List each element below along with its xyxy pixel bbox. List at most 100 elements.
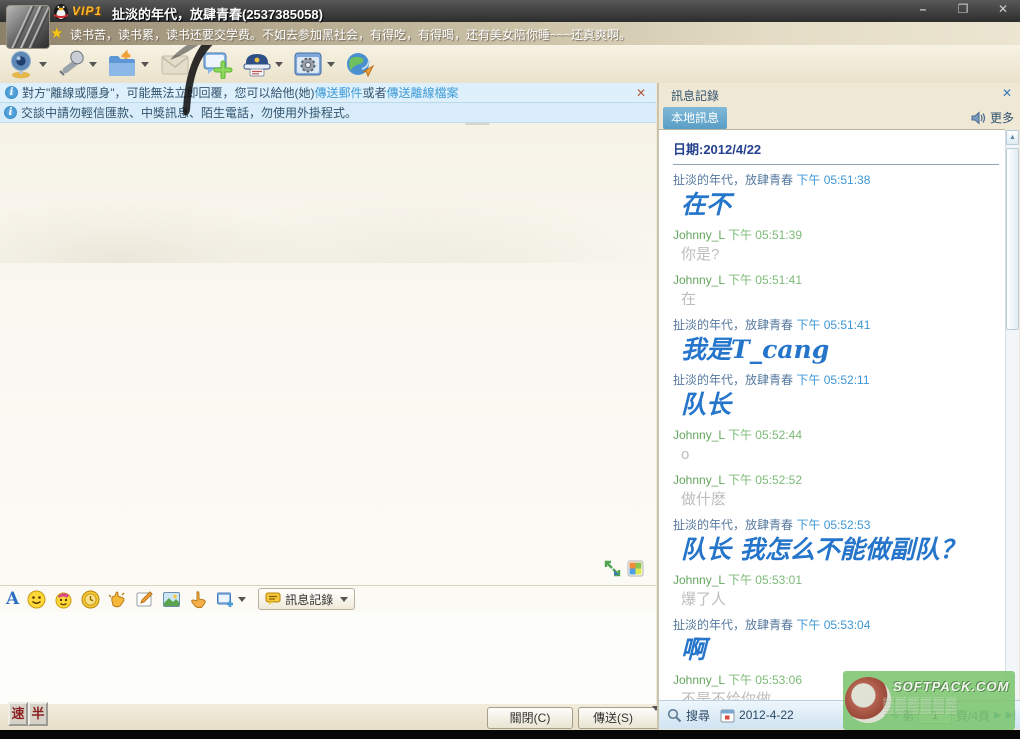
date-separator [673, 164, 999, 165]
search-button[interactable]: 搜尋 [667, 707, 710, 724]
gesture-icon[interactable] [189, 590, 208, 609]
message-sender-row: 扯淡的年代，放肆青春 下午 05:52:53 [673, 516, 1001, 533]
date-header: 日期:2012/4/22 [673, 136, 1001, 164]
input-toolbar: A [0, 585, 656, 612]
vip-badge[interactable]: VIP1 [72, 4, 102, 18]
shake-hand-icon[interactable] [108, 590, 127, 609]
send-file-button[interactable] [106, 49, 149, 79]
message-row: 扯淡的年代，放肆青春 下午 05:51:41 我是T_cang [673, 316, 1001, 368]
send-file-dropdown-icon[interactable] [141, 62, 149, 67]
title-bar: VIP1 扯淡的年代，放肆青春(2537385058) – ❐ ✕ [0, 0, 1020, 22]
history-tab-bar: 本地訊息 更多 [659, 106, 1020, 129]
history-panel-close-icon[interactable]: ✕ [1002, 86, 1012, 100]
message-text: 啊 [673, 633, 1001, 668]
tab-local-messages[interactable]: 本地訊息 [663, 107, 727, 129]
message-text: 我是T_cang [673, 333, 1001, 368]
offline-notice-text: 對方"離線或隱身"，可能無法立即回覆，您可以給他(她) [22, 84, 315, 101]
ime-status-bar: 速 半 [8, 702, 48, 726]
voice-call-dropdown-icon[interactable] [89, 62, 97, 67]
minimize-button[interactable]: – [910, 2, 936, 19]
scrollbar-thumb[interactable] [1006, 148, 1019, 330]
history-panel-title: 訊息記錄 [671, 87, 719, 104]
chat-message-view[interactable] [0, 123, 656, 585]
speaker-icon[interactable] [971, 111, 987, 125]
coin-icon[interactable] [81, 590, 100, 609]
chat-bubble-icon [265, 592, 281, 606]
message-text: 在 [673, 288, 1001, 313]
watermark: SOFTPACK.COM ▒▒▒▒▒▒ [843, 671, 1015, 730]
restore-button[interactable]: ❐ [950, 2, 976, 19]
message-sender-row: Johnny_L 下午 05:51:41 [673, 271, 1001, 288]
window-title: 扯淡的年代，放肆青春(2537385058) [112, 4, 323, 23]
message-sender-row: Johnny_L 下午 05:51:39 [673, 226, 1001, 243]
report-button[interactable] [242, 49, 283, 79]
message-text: o [673, 443, 1001, 468]
pane-divider[interactable] [657, 83, 659, 730]
safety-notice-bar: i 交談中請勿輕信匯款、中獎訊息、陌生電話，勿使用外掛程式。 [0, 103, 656, 123]
video-call-dropdown-icon[interactable] [39, 62, 47, 67]
message-row: 扯淡的年代，放肆青春 下午 05:52:11 队长 [673, 371, 1001, 423]
video-call-button[interactable] [6, 49, 47, 79]
message-row: 扯淡的年代，放肆青春 下午 05:51:38 在不 [673, 171, 1001, 223]
message-text: 队长 [673, 388, 1001, 423]
font-format-icon[interactable]: A [6, 589, 19, 609]
create-group-chat-button[interactable] [201, 49, 233, 79]
date-picker[interactable]: 2012-4-22 [720, 708, 794, 723]
image-icon[interactable] [162, 590, 181, 609]
message-row: 扯淡的年代，放肆青春 下午 05:52:53 队长 我怎么不能做副队？ [673, 516, 1001, 568]
message-row: Johnny_L 下午 05:51:41 在 [673, 271, 1001, 313]
message-sender-row: 扯淡的年代，放肆青春 下午 05:51:38 [673, 171, 1001, 188]
offline-notice-bar: i 對方"離線或隱身"，可能無法立即回覆，您可以給他(她) 傳送郵件 或者 傳送… [0, 83, 656, 103]
expand-view-icon[interactable] [604, 560, 621, 577]
history-toggle-label: 訊息記錄 [285, 591, 333, 608]
history-toggle-button[interactable]: 訊息記錄 [258, 588, 355, 610]
chat-window: VIP1 扯淡的年代，放肆青春(2537385058) – ❐ ✕ ★ 读书苦，… [0, 0, 1020, 739]
message-text: 爆了人 [673, 588, 1001, 613]
history-toggle-dropdown-icon[interactable] [340, 597, 348, 602]
message-row: Johnny_L 下午 05:52:52 做什麽 [673, 471, 1001, 513]
message-input-area[interactable] [0, 612, 656, 704]
history-message-list[interactable]: 日期:2012/4/22 扯淡的年代，放肆青春 下午 05:51:38 在不 J… [659, 129, 1005, 700]
watermark-text: SOFTPACK.COM [893, 679, 1009, 694]
signature-bar: ★ 读书苦，读书累，读书还要交学费。不如去参加黑社会，有得吃，有得喝，还有美女陪… [0, 22, 1020, 45]
send-mail-link[interactable]: 傳送郵件 [315, 84, 363, 101]
bottom-button-bar: 關閉(C) 傳送(S) [0, 704, 656, 730]
ime-speed-button[interactable]: 速 [8, 702, 28, 726]
magic-expression-icon[interactable] [54, 590, 73, 609]
chat-settings-button[interactable] [292, 49, 335, 79]
history-panel: 訊息記錄 ✕ 本地訊息 更多 日期:2012/4/22 扯淡的年代，放肆青春 下… [659, 83, 1020, 730]
send-mail-button[interactable] [158, 50, 192, 78]
message-sender-row: 扯淡的年代，放肆青春 下午 05:51:41 [673, 316, 1001, 333]
more-button[interactable]: 更多 [990, 109, 1014, 126]
message-sender-row: Johnny_L 下午 05:52:44 [673, 426, 1001, 443]
message-row: Johnny_L 下午 05:52:44 o [673, 426, 1001, 468]
search-icon [667, 708, 682, 723]
message-text: 在不 [673, 188, 1001, 223]
message-sender-row: 扯淡的年代，放肆青春 下午 05:53:04 [673, 616, 1001, 633]
doodle-icon[interactable] [135, 590, 154, 609]
voice-call-button[interactable] [56, 49, 97, 79]
ime-halfwidth-button[interactable]: 半 [28, 702, 48, 726]
close-chat-button[interactable]: 關閉(C) [487, 707, 573, 729]
skin-mountain-art [0, 143, 656, 263]
scroll-up-icon[interactable]: ▲ [1006, 130, 1019, 145]
notice-close-icon[interactable]: ✕ [636, 86, 646, 100]
send-button[interactable]: 傳送(S) [578, 707, 648, 729]
chat-settings-dropdown-icon[interactable] [327, 62, 335, 67]
calendar-icon [720, 708, 735, 723]
emoticon-icon[interactable] [27, 590, 46, 609]
main-toolbar [0, 45, 1020, 83]
share-button[interactable] [344, 49, 376, 79]
history-panel-header: 訊息記錄 ✕ [659, 83, 1020, 106]
close-button[interactable]: ✕ [990, 2, 1016, 19]
history-scrollbar[interactable]: ▲ [1005, 130, 1019, 700]
avatar[interactable] [6, 5, 50, 49]
report-dropdown-icon[interactable] [275, 62, 283, 67]
screenshot-icon[interactable] [216, 590, 246, 609]
color-palette-icon[interactable] [627, 560, 644, 577]
offline-notice-middle: 或者 [363, 84, 387, 101]
message-text: 队长 我怎么不能做副队？ [673, 533, 1001, 568]
screenshot-dropdown-icon[interactable] [238, 597, 246, 602]
bottom-black-strip [0, 730, 1020, 739]
send-offline-file-link[interactable]: 傳送離線檔案 [387, 84, 459, 101]
